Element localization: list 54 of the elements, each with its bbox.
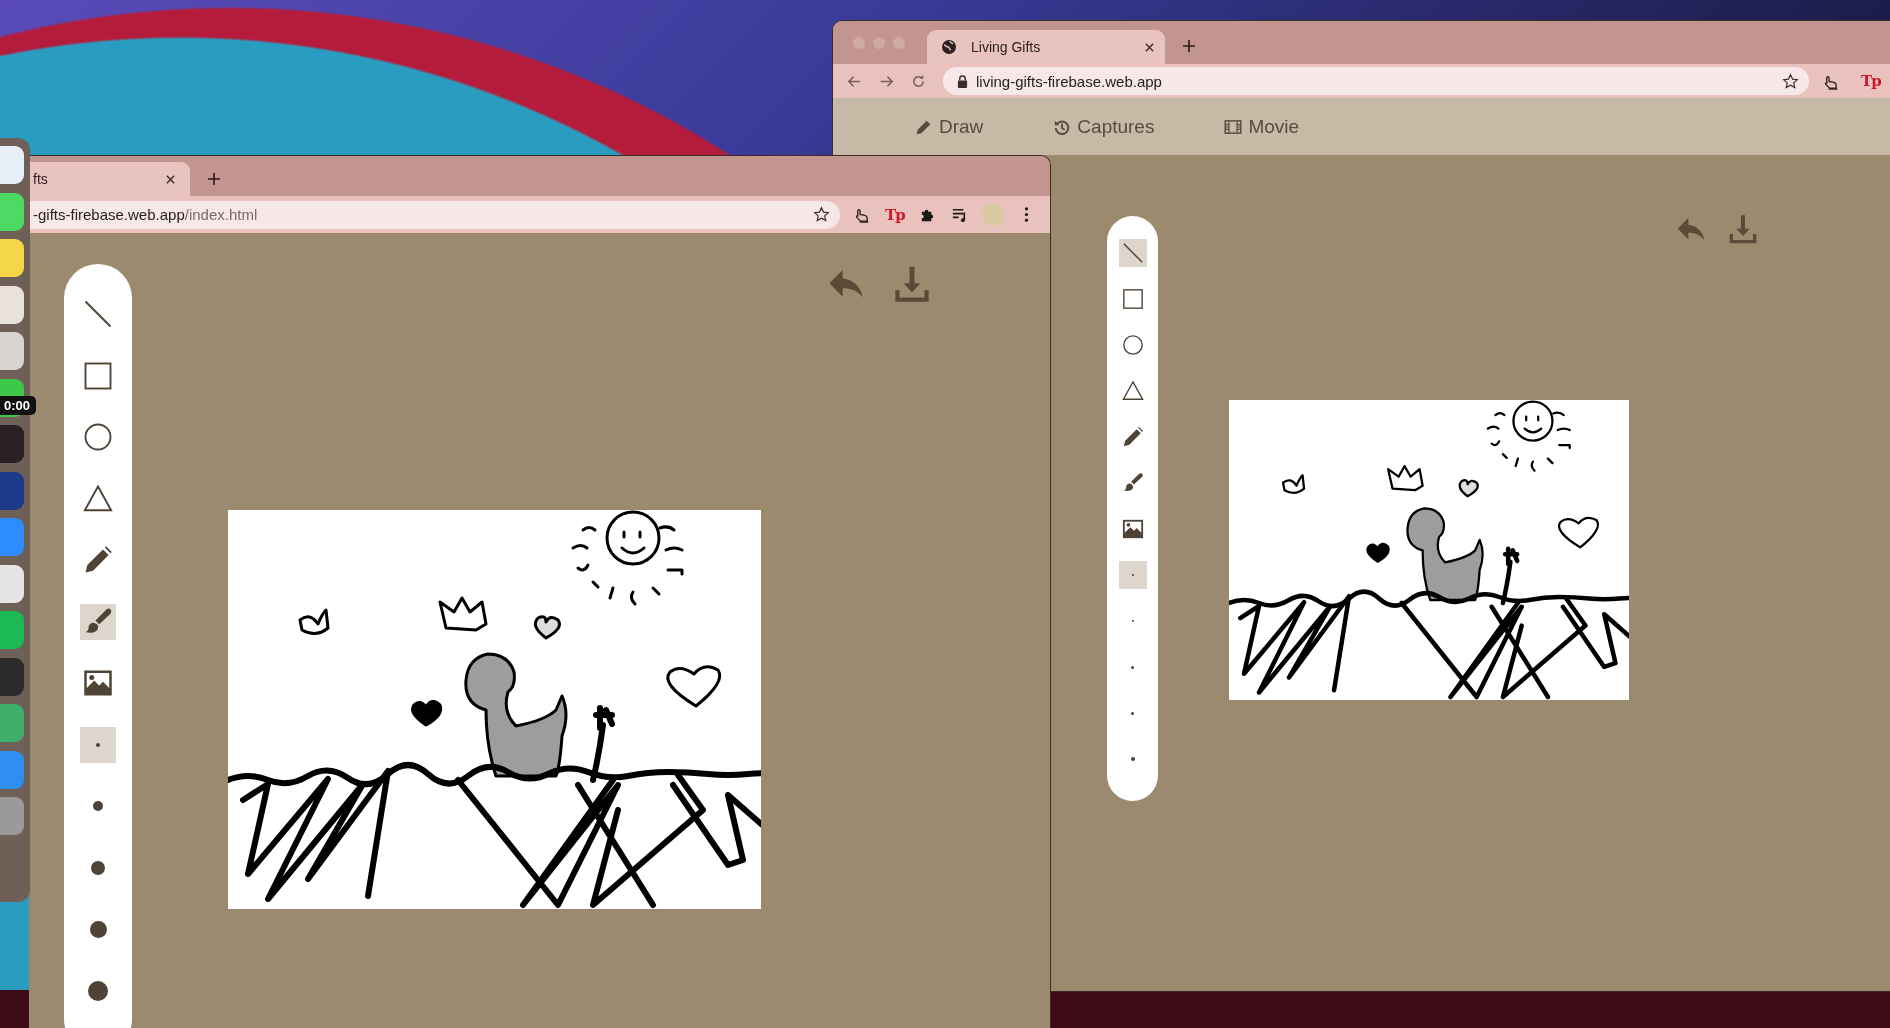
circle-icon bbox=[83, 422, 113, 452]
doodle-drawing[interactable] bbox=[228, 510, 761, 909]
star-icon[interactable] bbox=[1782, 72, 1799, 90]
star-icon[interactable] bbox=[813, 206, 830, 223]
globe-icon bbox=[941, 39, 957, 55]
dot-icon bbox=[1131, 665, 1134, 669]
lock-icon bbox=[957, 74, 968, 88]
triangle-icon bbox=[1121, 380, 1144, 402]
dot-icon bbox=[1131, 711, 1134, 715]
close-icon[interactable] bbox=[165, 173, 176, 185]
dot-icon bbox=[89, 920, 107, 938]
nav-link[interactable]: Draw bbox=[915, 115, 984, 138]
nav-link[interactable]: Captures bbox=[1053, 115, 1155, 138]
dot-icon bbox=[96, 742, 100, 747]
brush-icon bbox=[1121, 472, 1144, 494]
image-icon bbox=[1121, 518, 1144, 540]
download-icon[interactable] bbox=[1727, 214, 1759, 246]
dot-icon bbox=[88, 980, 108, 1001]
square-icon bbox=[1121, 288, 1144, 310]
browser-tab[interactable]: Living Gifts bbox=[927, 30, 1165, 64]
line-icon bbox=[1121, 242, 1144, 264]
pencil-icon bbox=[83, 545, 113, 575]
nav-link[interactable]: Movie bbox=[1224, 115, 1300, 138]
download-icon[interactable] bbox=[892, 265, 932, 305]
plus-icon[interactable] bbox=[207, 172, 221, 186]
square-icon bbox=[83, 360, 113, 391]
app-icon[interactable] bbox=[0, 657, 24, 696]
dot-icon bbox=[1130, 757, 1135, 761]
tool-button[interactable] bbox=[80, 603, 116, 640]
browser-tab[interactable]: fts bbox=[29, 162, 190, 196]
line-icon bbox=[83, 299, 113, 329]
app-icon[interactable] bbox=[0, 192, 24, 231]
address-field[interactable]: living-gifts-firebase.web.app bbox=[943, 67, 1809, 95]
image-icon bbox=[83, 668, 113, 698]
app-icon[interactable] bbox=[0, 425, 24, 463]
app-icon[interactable] bbox=[0, 146, 24, 184]
dot-icon bbox=[93, 801, 103, 811]
timer-label: 0:00 bbox=[0, 396, 37, 415]
pencil-icon bbox=[1121, 426, 1144, 448]
doodle-drawing[interactable] bbox=[1229, 400, 1629, 700]
triangle-icon bbox=[83, 483, 113, 514]
circle-icon bbox=[1121, 334, 1144, 356]
film-icon bbox=[1224, 117, 1243, 136]
address-field[interactable]: -gifts-firebase.web.app/index.html bbox=[29, 200, 840, 229]
app-icon[interactable] bbox=[0, 285, 24, 324]
tool-button[interactable] bbox=[1118, 239, 1147, 267]
dot-icon bbox=[91, 860, 105, 875]
extension-button[interactable]: Tp bbox=[1861, 72, 1881, 90]
plus-icon[interactable] bbox=[1182, 38, 1196, 53]
app-icon[interactable] bbox=[0, 332, 24, 370]
close-icon[interactable] bbox=[1144, 41, 1155, 53]
app-icon[interactable] bbox=[0, 239, 24, 277]
extension-button[interactable]: Tp bbox=[885, 205, 905, 224]
app-icon[interactable] bbox=[0, 564, 24, 603]
